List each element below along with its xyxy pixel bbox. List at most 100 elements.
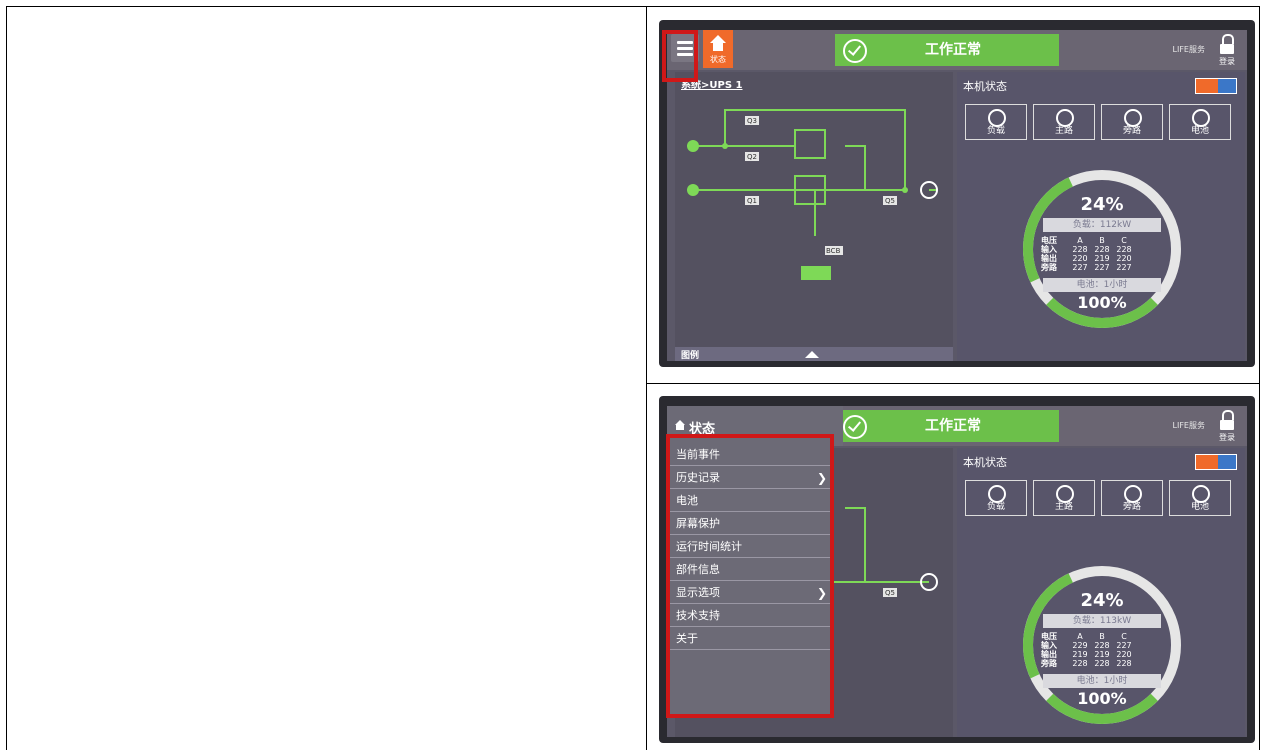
- status-banner: 工作正常: [835, 34, 1059, 66]
- view-toggle[interactable]: [1195, 78, 1237, 94]
- bypass-button[interactable]: 旁路: [1101, 480, 1163, 516]
- table-row: 旁路 227 227 227: [1041, 263, 1163, 272]
- cell-value: 228: [1072, 659, 1088, 668]
- status-text: 工作正常: [925, 42, 981, 58]
- life-service-link[interactable]: LIFE服务: [1173, 44, 1205, 55]
- cell-value: 228: [1094, 245, 1110, 254]
- mains-button-label: 主路: [1054, 126, 1073, 136]
- cell-value: 228: [1116, 659, 1132, 668]
- diagram-label-bcb: BCB: [826, 247, 841, 255]
- voltage-header-label: 电压: [1041, 632, 1057, 641]
- check-icon: [843, 39, 867, 63]
- voltage-table: 电压 A B C 输入 228 228 228 输出 220 219 220 旁…: [1041, 236, 1163, 272]
- load-power: 负载：112kW: [1043, 218, 1161, 232]
- unit-status-panel: 本机状态 负载 主路 旁路 电池 24% 负载：112kW 电压 A B C 输…: [957, 72, 1245, 361]
- diagram-label-q5: Q5: [885, 589, 895, 597]
- table-row: 电压 A B C: [1041, 236, 1163, 245]
- legend-bar[interactable]: 图例: [675, 347, 953, 361]
- cell-value: 227: [1116, 263, 1132, 272]
- menu-highlight-box: [662, 30, 698, 82]
- load-gauge: 24% 负载：112kW 电压 A B C 输入 228 228 228 输出 …: [1000, 147, 1204, 351]
- load-button-label: 负载: [986, 502, 1005, 512]
- table-row: 旁路 228 228 228: [1041, 659, 1163, 668]
- cell-value: 219: [1094, 650, 1110, 659]
- cell-value: 228: [1094, 659, 1110, 668]
- ups-single-line-diagram: Q3 Q2 Q1 Q5 BCB: [687, 109, 938, 280]
- battery-button[interactable]: 电池: [1169, 104, 1231, 140]
- mains-button-label: 主路: [1054, 502, 1073, 512]
- table-row: 输入 228 228 228: [1041, 245, 1163, 254]
- battery-runtime: 电池：1小时: [1043, 278, 1161, 292]
- row-label: 旁路: [1041, 659, 1057, 668]
- view-toggle[interactable]: [1195, 454, 1237, 470]
- home-tab[interactable]: 状态: [703, 30, 733, 68]
- unit-status-panel: 本机状态 负载 主路 旁路 电池 24% 负载：113kW 电压 A B C 输…: [957, 448, 1245, 743]
- mains-button[interactable]: 主路: [1033, 104, 1095, 140]
- load-button[interactable]: 负载: [965, 104, 1027, 140]
- table-column-divider: [646, 6, 647, 750]
- home-tab-label: 状态: [710, 55, 726, 64]
- cell-value: 220: [1116, 650, 1132, 659]
- cell-value: 228: [1094, 641, 1110, 650]
- list-icon: [1218, 455, 1236, 469]
- phase-b-header: B: [1099, 236, 1105, 245]
- cell-value: 228: [1072, 245, 1088, 254]
- mains-button[interactable]: 主路: [1033, 480, 1095, 516]
- panel-title: 本机状态: [963, 80, 1007, 93]
- table-row: 输入 229 228 227: [1041, 641, 1163, 650]
- battery-button[interactable]: 电池: [1169, 480, 1231, 516]
- mode-buttons: 负载 主路 旁路 电池: [965, 104, 1239, 142]
- panel-title: 本机状态: [963, 456, 1007, 469]
- voltage-header-label: 电压: [1041, 236, 1057, 245]
- diagram-label-q2: Q2: [747, 153, 757, 161]
- status-text: 工作正常: [925, 418, 981, 434]
- legend-label: 图例: [681, 351, 700, 361]
- login-button[interactable]: 登录: [1215, 34, 1239, 66]
- login-label: 登录: [1219, 433, 1235, 442]
- load-button[interactable]: 负载: [965, 480, 1027, 516]
- row-label: 输入: [1041, 245, 1057, 254]
- cell-value: 219: [1072, 650, 1088, 659]
- bypass-button-label: 旁路: [1122, 502, 1141, 512]
- diagram-label-q3: Q3: [747, 117, 757, 125]
- cell-value: 219: [1094, 254, 1110, 263]
- load-percent: 24%: [1080, 590, 1124, 611]
- ups-touchscreen: 状态 工作正常 LIFE服务 登录 系统>UPS 1 Q3 Q2 Q1 Q5 B…: [667, 30, 1247, 361]
- phase-a-header: A: [1077, 236, 1083, 245]
- load-percent: 24%: [1080, 194, 1124, 215]
- mode-buttons: 负载 主路 旁路 电池: [965, 480, 1239, 518]
- phase-c-header: C: [1121, 632, 1127, 641]
- chevron-up-icon: [805, 351, 819, 358]
- login-button[interactable]: 登录: [1215, 410, 1239, 442]
- top-bar: 状态 工作正常 LIFE服务 登录: [667, 30, 1247, 70]
- row-label: 输入: [1041, 641, 1057, 650]
- lock-icon: [1222, 34, 1234, 44]
- phase-c-header: C: [1121, 236, 1127, 245]
- cell-value: 229: [1072, 641, 1088, 650]
- login-label: 登录: [1219, 57, 1235, 66]
- load-power: 负载：113kW: [1043, 614, 1161, 628]
- bypass-button[interactable]: 旁路: [1101, 104, 1163, 140]
- phase-a-header: A: [1077, 632, 1083, 641]
- ups-screen-photo-main: 状态 工作正常 LIFE服务 登录 系统>UPS 1 Q3 Q2 Q1 Q5 B…: [659, 20, 1255, 367]
- battery-percent: 100%: [1077, 293, 1127, 312]
- table-row: 电压 A B C: [1041, 632, 1163, 641]
- load-gauge: 24% 负载：113kW 电压 A B C 输入 229 228 227 输出 …: [1000, 543, 1204, 743]
- table-row-divider: [646, 383, 1260, 384]
- row-label: 输出: [1041, 254, 1057, 263]
- cell-value: 220: [1072, 254, 1088, 263]
- cell-value: 228: [1116, 245, 1132, 254]
- row-label: 旁路: [1041, 263, 1057, 272]
- cell-value: 227: [1072, 263, 1088, 272]
- check-icon: [843, 415, 867, 439]
- life-service-link[interactable]: LIFE服务: [1173, 420, 1205, 431]
- menu-highlight-box: [666, 434, 834, 718]
- bypass-button-label: 旁路: [1122, 126, 1141, 136]
- battery-runtime: 电池：1小时: [1043, 674, 1161, 688]
- cell-value: 227: [1094, 263, 1110, 272]
- battery-button-label: 电池: [1190, 502, 1209, 512]
- table-row: 输出 219 219 220: [1041, 650, 1163, 659]
- voltage-table: 电压 A B C 输入 229 228 227 输出 219 219 220 旁…: [1041, 632, 1163, 668]
- system-diagram-panel: 系统>UPS 1 Q3 Q2 Q1 Q5 BCB 图例: [675, 72, 953, 361]
- diagram-label-q1: Q1: [747, 197, 757, 205]
